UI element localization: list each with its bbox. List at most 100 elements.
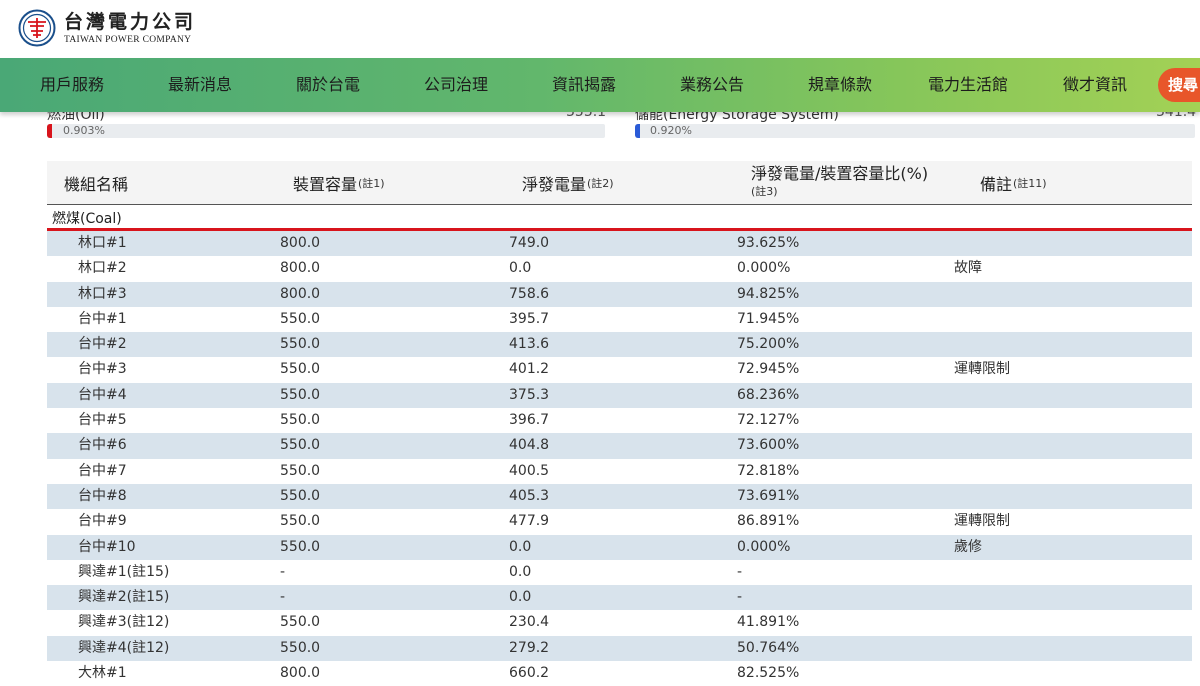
nav-item-about[interactable]: 關於台電 [296, 58, 360, 112]
col-header-label: 淨發電量 [522, 175, 587, 194]
cell-remark: 歲修 [954, 538, 982, 555]
cell-name: 大林#1 [78, 665, 127, 682]
col-header-label: 備註 [980, 175, 1013, 194]
nav-item-regulations[interactable]: 規章條款 [808, 58, 872, 112]
table-row: 林口#1 800.0 749.0 93.625% [47, 231, 1192, 257]
cell-net: 0.0 [509, 538, 532, 555]
table-row: 台中#10 550.0 0.0 0.000% 歲修 [47, 534, 1192, 560]
cell-net: 0.0 [509, 563, 532, 580]
nav-item-latest-news[interactable]: 最新消息 [168, 58, 232, 112]
cell-capacity: 800.0 [280, 235, 321, 251]
cell-capacity: 550.0 [280, 513, 321, 530]
site-header: 台灣電力公司 TAIWAN POWER COMPANY [0, 0, 1200, 58]
cell-net: 0.0 [509, 260, 532, 277]
nav-item-disclosure[interactable]: 資訊揭露 [552, 58, 616, 112]
cell-ratio: 75.200% [737, 336, 800, 353]
cell-ratio: 72.818% [737, 462, 800, 479]
nav-item-announcements[interactable]: 業務公告 [680, 58, 744, 112]
cell-net: 395.7 [509, 310, 550, 327]
cell-ratio: 0.000% [737, 260, 791, 277]
cell-ratio: 50.764% [737, 639, 800, 656]
summary-progress-fill [47, 124, 53, 138]
cell-capacity: 550.0 [280, 462, 321, 479]
nav-item-careers[interactable]: 徵才資訊 [1063, 58, 1127, 112]
cell-name: 興達#2(註15) [78, 589, 170, 606]
table-row: 台中#5 550.0 396.7 72.127% [47, 408, 1192, 433]
cell-net: 375.3 [509, 386, 550, 403]
cell-ratio: 71.945% [737, 310, 800, 327]
table-row: 台中#3 550.0 401.2 72.945% 運轉限制 [47, 357, 1192, 382]
col-header-note: (註2) [587, 177, 614, 190]
col-header-label: 淨發電量/裝置容量比(%) [751, 164, 929, 183]
summary-progress-fill [635, 124, 641, 138]
cell-ratio: 72.127% [737, 412, 800, 429]
cell-ratio: 73.691% [737, 487, 800, 504]
summary-progress-bar: 0.920% [635, 124, 1195, 138]
cell-capacity: 550.0 [280, 437, 321, 454]
cell-name: 興達#4(註12) [78, 639, 170, 656]
cell-net: 401.2 [509, 361, 550, 378]
cell-remark: 故障 [954, 260, 982, 277]
cell-net: 758.6 [509, 285, 550, 302]
col-header-capacity: 裝置容量 (註1) [293, 161, 385, 205]
cell-net: 749.0 [509, 235, 550, 251]
table-row: 台中#9 550.0 477.9 86.891% 運轉限制 [47, 509, 1192, 534]
search-button[interactable]: 搜尋 [1158, 68, 1200, 102]
cell-capacity: 550.0 [280, 386, 321, 403]
col-header-remark: 備註 (註11) [980, 161, 1047, 205]
cell-capacity: 550.0 [280, 336, 321, 353]
table-row: 台中#6 550.0 404.8 73.600% [47, 433, 1192, 459]
table-row: 台中#4 550.0 375.3 68.236% [47, 382, 1192, 409]
cell-capacity: - [280, 589, 286, 606]
cell-net: 404.8 [509, 437, 550, 454]
cell-capacity: - [280, 563, 286, 580]
cell-net: 400.5 [509, 462, 550, 479]
cell-ratio: 68.236% [737, 386, 800, 403]
cell-net: 477.9 [509, 513, 550, 530]
cell-name: 台中#5 [78, 412, 127, 429]
cell-net: 0.0 [509, 589, 532, 606]
nav-item-customer-service[interactable]: 用戶服務 [40, 58, 104, 112]
table-row: 林口#2 800.0 0.0 0.000% 故障 [47, 256, 1192, 281]
cell-name: 林口#1 [78, 235, 127, 251]
main-nav: 用戶服務 最新消息 關於台電 公司治理 資訊揭露 業務公告 規章條款 電力生活館… [0, 58, 1200, 112]
cell-remark: 運轉限制 [954, 361, 1010, 378]
cell-capacity: 550.0 [280, 361, 321, 378]
cell-name: 台中#2 [78, 336, 127, 353]
cell-net: 405.3 [509, 487, 550, 504]
cell-ratio: 86.891% [737, 513, 800, 530]
cell-remark: 運轉限制 [954, 513, 1010, 530]
cell-net: 279.2 [509, 639, 550, 656]
cell-name: 興達#1(註15) [78, 563, 170, 580]
table-row: 台中#7 550.0 400.5 72.818% [47, 459, 1192, 484]
table-row: 台中#1 550.0 395.7 71.945% [47, 307, 1192, 332]
table-row: 興達#1(註15) - 0.0 - [47, 560, 1192, 585]
col-header-note: (註11) [1013, 177, 1047, 190]
cell-name: 台中#4 [78, 386, 127, 403]
cell-capacity: 550.0 [280, 614, 321, 631]
table-row: 台中#8 550.0 405.3 73.691% [47, 483, 1192, 510]
company-name-en: TAIWAN POWER COMPANY [64, 35, 192, 45]
cell-name: 台中#8 [78, 487, 127, 504]
cell-capacity: 800.0 [280, 260, 321, 277]
cell-net: 660.2 [509, 665, 550, 682]
table-body: 林口#1 800.0 749.0 93.625% 林口#2 800.0 0.0 0.000% 故… [47, 231, 1192, 686]
col-header-ratio: 淨發電量/裝置容量比(%) (註3) [751, 161, 928, 205]
cell-name: 林口#3 [78, 285, 127, 302]
cell-name: 台中#9 [78, 513, 127, 530]
cell-name: 台中#10 [78, 538, 136, 555]
col-header-label: 裝置容量 [293, 175, 358, 194]
company-logo[interactable]: 台灣電力公司 TAIWAN POWER COMPANY [18, 9, 196, 47]
summary-progress-bar: 0.903% [47, 124, 605, 138]
cell-net: 413.6 [509, 336, 550, 353]
table-row: 大林#1 800.0 660.2 82.525% [47, 661, 1192, 686]
cell-name: 台中#6 [78, 437, 127, 454]
summary-percent: 0.920% [650, 124, 692, 137]
cell-net: 396.7 [509, 412, 550, 429]
generation-table: 機組名稱 裝置容量 (註1) 淨發電量 (註2) 淨發電量/裝置容量比(%) (註3… [47, 161, 1192, 686]
nav-item-governance[interactable]: 公司治理 [424, 58, 488, 112]
nav-item-living-hall[interactable]: 電力生活館 [928, 58, 1008, 112]
col-header-label: 機組名稱 [64, 175, 129, 194]
cell-capacity: 550.0 [280, 639, 321, 656]
taipower-emblem-icon [18, 9, 56, 47]
